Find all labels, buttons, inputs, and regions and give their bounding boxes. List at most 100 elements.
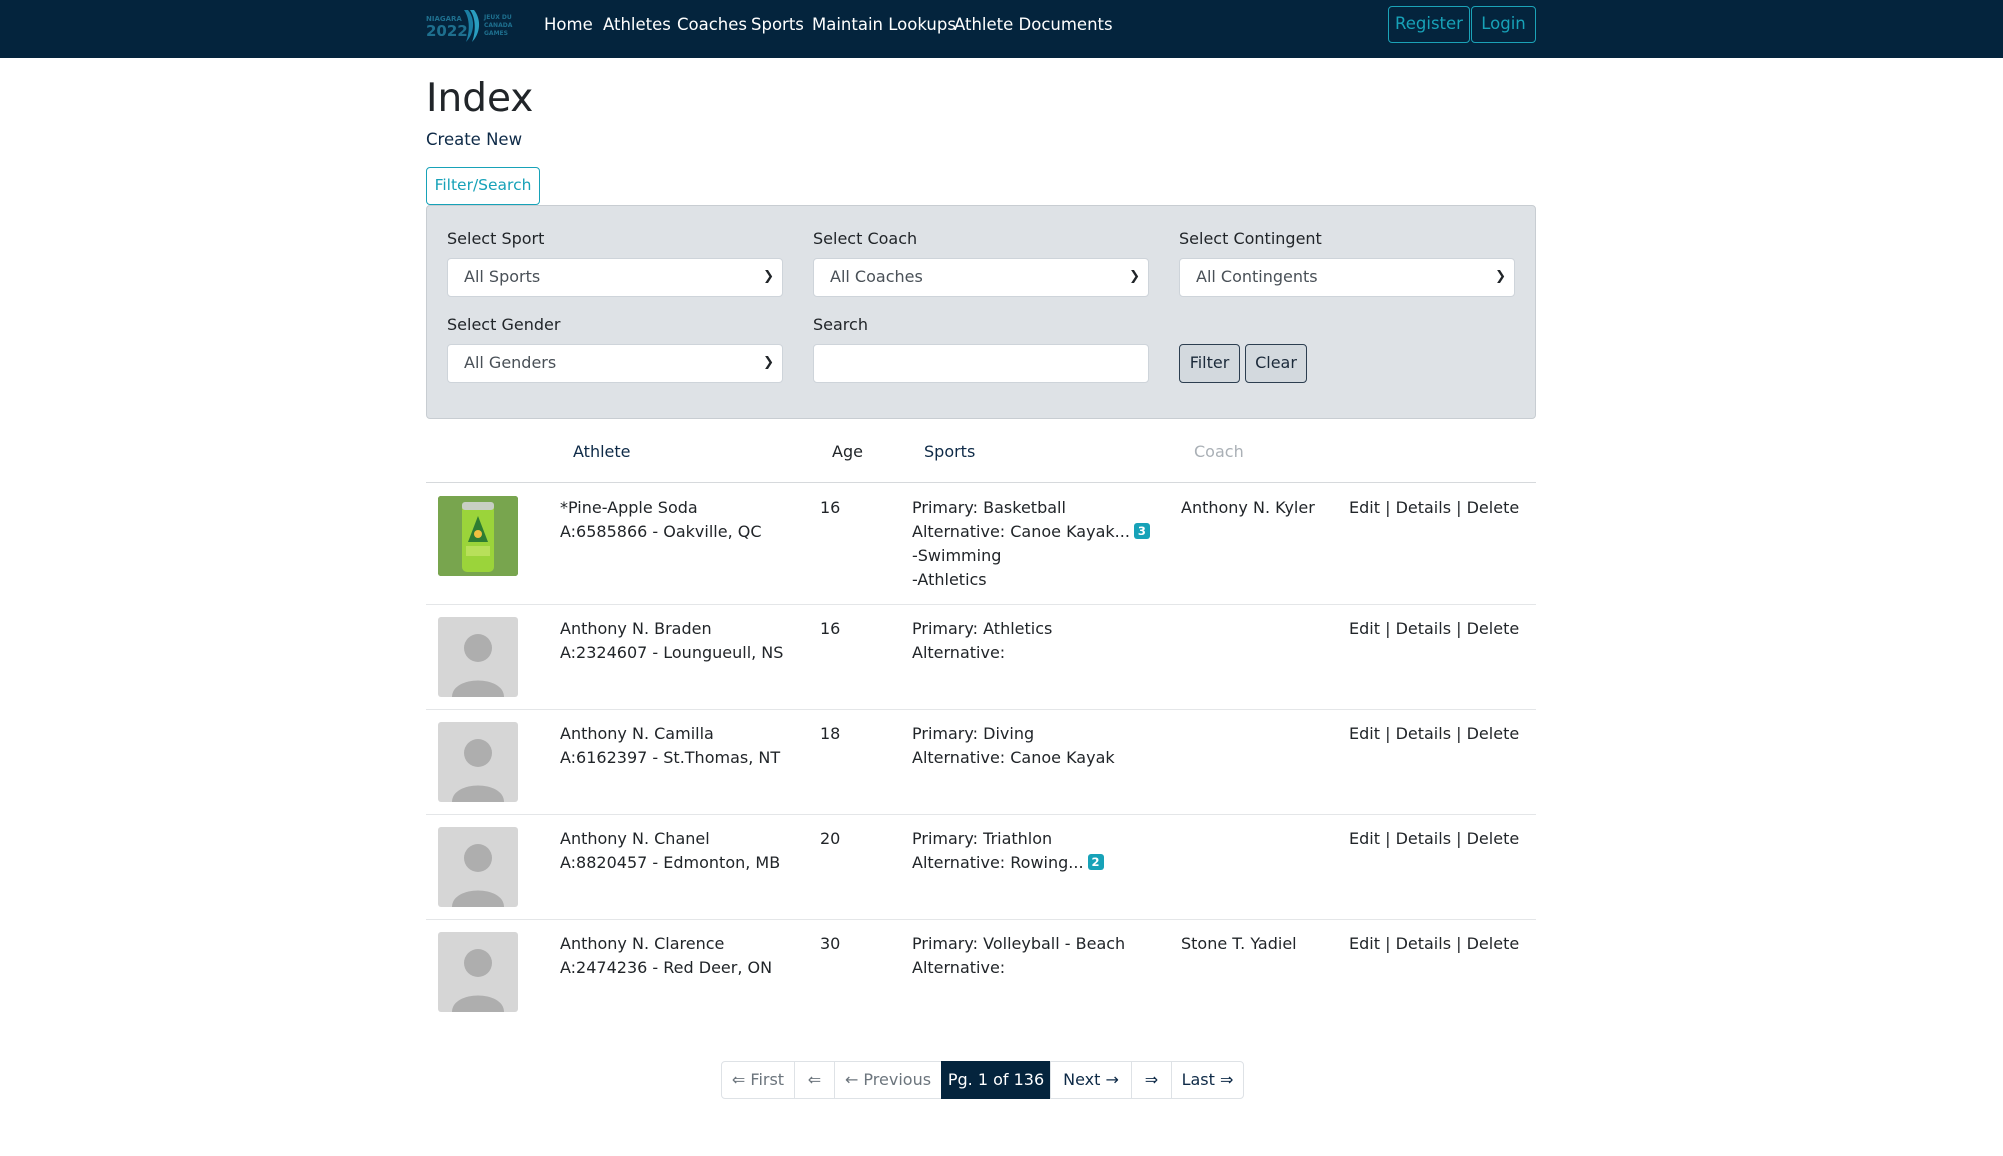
athlete-name-cell: Anthony N. Chanel A:8820457 - Edmonton, … <box>560 827 780 875</box>
sport-filter-label: Select Sport <box>447 229 545 248</box>
coach-column-header: Coach <box>1194 442 1244 461</box>
row-divider <box>426 604 1536 605</box>
athlete-age: 18 <box>820 724 841 743</box>
gender-select-value: All Genders <box>464 353 557 372</box>
search-input[interactable] <box>813 344 1149 383</box>
create-new-link[interactable]: Create New <box>426 128 522 152</box>
details-link[interactable]: Details <box>1396 829 1451 848</box>
alternative-sport: Alternative: <box>912 643 1006 662</box>
nav-home[interactable]: Home <box>544 13 593 37</box>
edit-link[interactable]: Edit <box>1349 829 1380 848</box>
gender-filter-label: Select Gender <box>447 315 561 334</box>
details-link[interactable]: Details <box>1396 934 1451 953</box>
last-page-button[interactable]: Last ⇒ <box>1171 1061 1244 1099</box>
delete-link[interactable]: Delete <box>1467 829 1520 848</box>
athlete-id-location: A:2324607 - Loungueull, NS <box>560 643 784 662</box>
row-divider <box>426 709 1536 710</box>
delete-link[interactable]: Delete <box>1467 619 1520 638</box>
delete-link[interactable]: Delete <box>1467 498 1520 517</box>
athlete-sports-cell: Primary: Diving Alternative: Canoe Kayak <box>912 722 1115 770</box>
gender-select[interactable]: All Genders ❯ <box>447 344 783 383</box>
alternative-sport: Alternative: <box>912 958 1006 977</box>
details-link[interactable]: Details <box>1396 724 1451 743</box>
athlete-sports-cell: Primary: Volleyball - Beach Alternative: <box>912 932 1125 980</box>
athlete-name: Anthony N. Camilla <box>560 724 714 743</box>
separator: | <box>1385 619 1391 638</box>
athlete-photo <box>438 496 518 576</box>
delete-link[interactable]: Delete <box>1467 934 1520 953</box>
separator: | <box>1456 829 1462 848</box>
search-label: Search <box>813 315 868 334</box>
separator: | <box>1456 619 1462 638</box>
edit-link[interactable]: Edit <box>1349 724 1380 743</box>
svg-text:JEUX DU: JEUX DU <box>483 14 512 21</box>
primary-sport: Primary: Volleyball - Beach <box>912 934 1126 953</box>
athlete-name-cell: Anthony N. Camilla A:6162397 - St.Thomas… <box>560 722 780 770</box>
login-button[interactable]: Login <box>1471 6 1536 43</box>
nav-athletes[interactable]: Athletes <box>603 13 671 37</box>
svg-text:2022: 2022 <box>426 22 468 40</box>
athlete-name: Anthony N. Chanel <box>560 829 710 848</box>
register-button[interactable]: Register <box>1388 6 1470 43</box>
athlete-coach: Anthony N. Kyler <box>1181 498 1315 517</box>
svg-text:CANADA: CANADA <box>484 22 513 29</box>
athlete-coach: Stone T. Yadiel <box>1181 934 1297 953</box>
filter-panel: Select Sport All Sports ❯ Select Coach A… <box>426 205 1536 419</box>
alternative-sport: Alternative: Canoe Kayak... 3 <box>912 520 1150 544</box>
previous-page-button[interactable]: ← Previous <box>834 1061 942 1099</box>
athlete-name: Anthony N. Clarence <box>560 934 725 953</box>
coach-select[interactable]: All Coaches ❯ <box>813 258 1149 297</box>
primary-sport: Primary: Diving <box>912 724 1035 743</box>
avatar-placeholder <box>438 722 518 802</box>
first-page-button[interactable]: ⇐ First <box>721 1061 795 1099</box>
alternative-sport-text: Alternative: Rowing... <box>912 853 1084 872</box>
athlete-sports-cell: Primary: Athletics Alternative: <box>912 617 1052 665</box>
row-actions: Edit | Details | Delete <box>1349 496 1519 520</box>
nav-coaches[interactable]: Coaches <box>677 13 747 37</box>
primary-sport: Primary: Athletics <box>912 619 1053 638</box>
primary-sport: Primary: Basketball <box>912 498 1066 517</box>
clear-button[interactable]: Clear <box>1245 344 1307 383</box>
row-actions: Edit | Details | Delete <box>1349 617 1519 641</box>
athlete-name: Anthony N. Braden <box>560 619 712 638</box>
sport-select[interactable]: All Sports ❯ <box>447 258 783 297</box>
details-link[interactable]: Details <box>1396 498 1451 517</box>
svg-text:GAMES: GAMES <box>484 30 508 37</box>
avatar-placeholder <box>438 617 518 697</box>
athlete-age: 16 <box>820 498 841 517</box>
filter-search-toggle[interactable]: Filter/Search <box>426 167 540 205</box>
chevron-down-icon: ❯ <box>1495 269 1506 284</box>
separator: | <box>1385 934 1391 953</box>
athlete-sports-cell: Primary: Triathlon Alternative: Rowing..… <box>912 827 1104 875</box>
athlete-id-location: A:6162397 - St.Thomas, NT <box>560 748 781 767</box>
edit-link[interactable]: Edit <box>1349 498 1380 517</box>
nav-sports[interactable]: Sports <box>751 13 804 37</box>
alternative-count-badge: 2 <box>1087 854 1104 870</box>
chevron-down-icon: ❯ <box>763 355 774 370</box>
separator: | <box>1385 724 1391 743</box>
top-navbar: NIAGARA 2022 JEUX DU CANADA GAMES Home A… <box>0 0 2003 58</box>
contingent-select[interactable]: All Contingents ❯ <box>1179 258 1515 297</box>
nav-maintain-lookups[interactable]: Maintain Lookups <box>812 13 956 37</box>
row-actions: Edit | Details | Delete <box>1349 827 1519 851</box>
edit-link[interactable]: Edit <box>1349 619 1380 638</box>
site-logo[interactable]: NIAGARA 2022 JEUX DU CANADA GAMES <box>426 6 520 44</box>
athlete-name-cell: Anthony N. Braden A:2324607 - Loungueull… <box>560 617 783 665</box>
page-title: Index <box>426 76 534 121</box>
edit-link[interactable]: Edit <box>1349 934 1380 953</box>
extra-sport: -Athletics <box>912 570 987 589</box>
filter-button[interactable]: Filter <box>1179 344 1240 383</box>
alternative-sport-text: Alternative: Canoe Kayak... <box>912 522 1130 541</box>
table-header-divider <box>426 482 1536 483</box>
chevron-down-icon: ❯ <box>1129 269 1140 284</box>
nav-athlete-documents[interactable]: Athlete Documents <box>954 13 1113 37</box>
details-link[interactable]: Details <box>1396 619 1451 638</box>
sports-column-header[interactable]: Sports <box>924 440 975 464</box>
prev-page-arrow-button[interactable]: ⇐ <box>794 1061 835 1099</box>
next-page-arrow-button[interactable]: ⇒ <box>1131 1061 1172 1099</box>
next-page-button[interactable]: Next → <box>1050 1061 1132 1099</box>
row-actions: Edit | Details | Delete <box>1349 722 1519 746</box>
athlete-name: *Pine-Apple Soda <box>560 498 698 517</box>
delete-link[interactable]: Delete <box>1467 724 1520 743</box>
athlete-column-header[interactable]: Athlete <box>573 440 630 464</box>
